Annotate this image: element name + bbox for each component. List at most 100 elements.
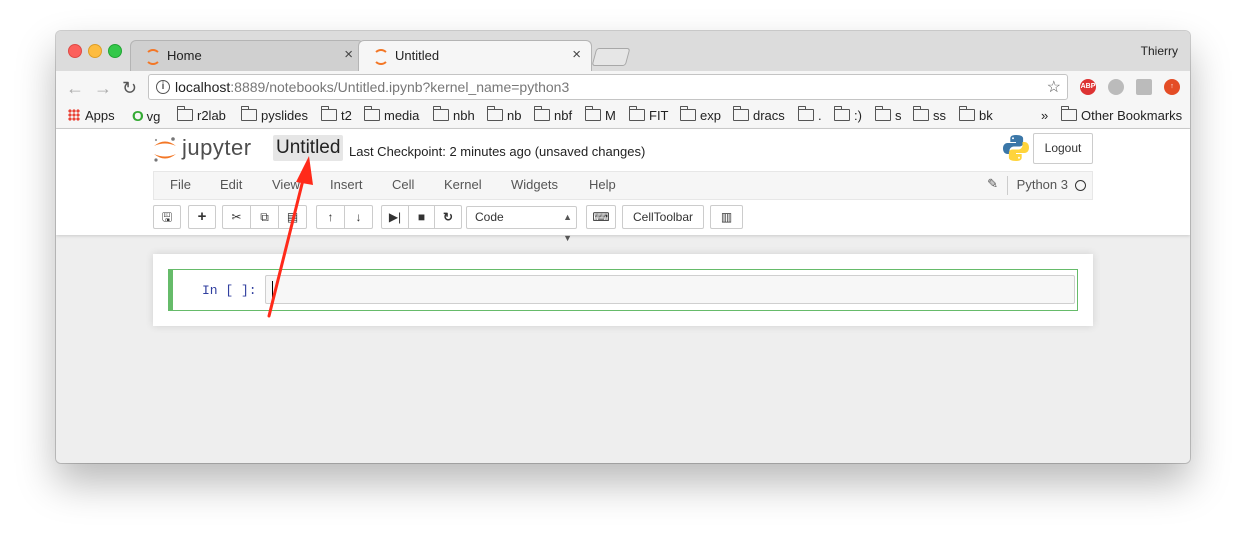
chart-button[interactable]: ▥ <box>710 205 743 229</box>
restart-button[interactable]: ↻ <box>434 205 462 229</box>
menu-file[interactable]: File <box>170 177 191 192</box>
bookmark-folder[interactable]: :) <box>834 106 862 123</box>
reload-icon[interactable]: ↻ <box>122 78 137 99</box>
menu-cell[interactable]: Cell <box>392 177 414 192</box>
cell-input[interactable] <box>265 275 1075 304</box>
bookmarks-overflow-icon[interactable]: » <box>1041 108 1048 123</box>
notebook-container: In [ ]: <box>153 254 1093 326</box>
bookmark-folder[interactable]: M <box>585 106 616 123</box>
bookmark-folder[interactable]: nbh <box>433 106 475 123</box>
paste-button[interactable]: ▤ <box>278 205 307 229</box>
bookmark-other[interactable]: Other Bookmarks <box>1061 106 1182 123</box>
pencil-icon[interactable]: ✎ <box>987 176 998 192</box>
info-icon[interactable]: i <box>156 80 170 94</box>
menu-view[interactable]: View <box>272 177 300 192</box>
url-text[interactable]: localhost:8889/notebooks/Untitled.ipynb?… <box>175 79 569 95</box>
bookmark-vg[interactable]: Ovg <box>132 108 160 125</box>
celltoolbar-button[interactable]: CellToolbar <box>622 205 704 229</box>
profile-name[interactable]: Thierry <box>1141 44 1178 58</box>
cut-button[interactable]: ✂ <box>222 205 251 229</box>
copy-button[interactable]: ⧉ <box>250 205 279 229</box>
jupyter-header: jupyter Untitled Last Checkpoint: 2 minu… <box>56 129 1190 243</box>
move-down-button[interactable]: ↓ <box>344 205 373 229</box>
command-palette-button[interactable]: ⌨ <box>586 205 616 229</box>
tab-untitled[interactable]: Untitled × <box>358 40 592 71</box>
folder-icon <box>798 106 814 121</box>
zoom-window-button[interactable] <box>108 44 122 58</box>
menu-insert[interactable]: Insert <box>330 177 363 192</box>
bookmark-folder[interactable]: dracs <box>733 106 785 123</box>
bookmark-apps[interactable]: Apps <box>68 108 115 123</box>
title-bar: Home × Untitled × Thierry <box>56 31 1190 71</box>
bookmark-folder[interactable]: ss <box>913 106 946 123</box>
scissors-icon: ✂ <box>231 210 242 224</box>
bookmark-folder[interactable]: s <box>875 106 902 123</box>
checkpoint-status: Last Checkpoint: 2 minutes ago (unsaved … <box>349 144 646 159</box>
move-up-button[interactable]: ↑ <box>316 205 345 229</box>
jupyter-favicon-icon <box>145 49 161 65</box>
cell-type-select[interactable]: Code ▲ ▼ <box>466 206 577 243</box>
run-button[interactable]: ▶︎| <box>381 205 409 229</box>
new-tab-button[interactable] <box>591 48 631 66</box>
paste-icon: ▤ <box>286 210 299 224</box>
save-button[interactable]: 🖫 <box>153 205 181 229</box>
back-icon[interactable]: ← <box>66 78 84 99</box>
folder-icon <box>959 106 975 121</box>
kernel-separator <box>1007 176 1008 195</box>
insert-cell-button[interactable]: + <box>188 205 216 229</box>
green-o-icon: O <box>132 108 144 125</box>
python-logo-icon <box>1003 135 1029 161</box>
address-bar[interactable]: i localhost:8889/notebooks/Untitled.ipyn… <box>148 74 1068 100</box>
stop-icon: ■ <box>417 210 426 224</box>
apps-grid-icon <box>68 109 80 121</box>
interrupt-button[interactable]: ■ <box>408 205 435 229</box>
notebook-name[interactable]: Untitled <box>273 135 344 161</box>
bookmark-folder[interactable]: exp <box>680 106 721 123</box>
jupyter-logo[interactable]: jupyter <box>152 135 264 165</box>
menu-widgets[interactable]: Widgets <box>511 177 558 192</box>
bookmark-star-icon[interactable]: ☆ <box>1047 77 1061 97</box>
menu-help[interactable]: Help <box>589 177 616 192</box>
bookmark-folder[interactable]: bk <box>959 106 993 123</box>
tab-home[interactable]: Home × <box>130 40 364 71</box>
folder-icon <box>834 106 850 121</box>
bookmark-folder[interactable]: . <box>798 106 822 123</box>
menu-kernel[interactable]: Kernel <box>444 177 482 192</box>
folder-icon <box>680 106 696 121</box>
folder-icon <box>629 106 645 121</box>
browser-window: Home × Untitled × Thierry ← → ↻ i localh… <box>56 31 1190 463</box>
bookmark-folder[interactable]: r2lab <box>177 106 226 123</box>
jupyter-wordmark: jupyter <box>182 135 252 160</box>
code-cell[interactable]: In [ ]: <box>168 269 1078 311</box>
tab-title: Untitled <box>395 48 440 63</box>
page-content: jupyter Untitled Last Checkpoint: 2 minu… <box>56 129 1190 463</box>
folder-icon <box>364 106 380 121</box>
bookmark-folder[interactable]: pyslides <box>241 106 308 123</box>
minimize-window-button[interactable] <box>88 44 102 58</box>
arrow-down-icon: ↓ <box>355 210 362 224</box>
save-page-icon[interactable] <box>1136 79 1152 95</box>
menu-edit[interactable]: Edit <box>220 177 242 192</box>
folder-icon <box>875 106 891 121</box>
copy-icon: ⧉ <box>260 210 269 224</box>
arrow-up-icon: ↑ <box>327 210 334 224</box>
save-icon: 🖫 <box>161 210 173 224</box>
bookmark-folder[interactable]: media <box>364 106 419 123</box>
bookmark-folder[interactable]: nbf <box>534 106 572 123</box>
folder-icon <box>733 106 749 121</box>
bookmark-folder[interactable]: FIT <box>629 106 669 123</box>
tab-close-icon[interactable]: × <box>572 46 581 63</box>
upload-icon[interactable]: ↑ <box>1164 79 1180 95</box>
tab-close-icon[interactable]: × <box>344 46 353 63</box>
forward-icon[interactable]: → <box>94 78 112 99</box>
drive-icon[interactable] <box>1108 79 1124 95</box>
folder-icon <box>1061 106 1077 121</box>
bookmark-folder[interactable]: nb <box>487 106 521 123</box>
kernel-idle-indicator <box>1075 180 1086 191</box>
bookmark-folder[interactable]: t2 <box>321 106 352 123</box>
adblock-icon[interactable]: ABP <box>1080 79 1096 95</box>
folder-icon <box>433 106 449 121</box>
logout-button[interactable]: Logout <box>1033 133 1093 164</box>
keyboard-icon: ⌨ <box>592 210 610 224</box>
close-window-button[interactable] <box>68 44 82 58</box>
